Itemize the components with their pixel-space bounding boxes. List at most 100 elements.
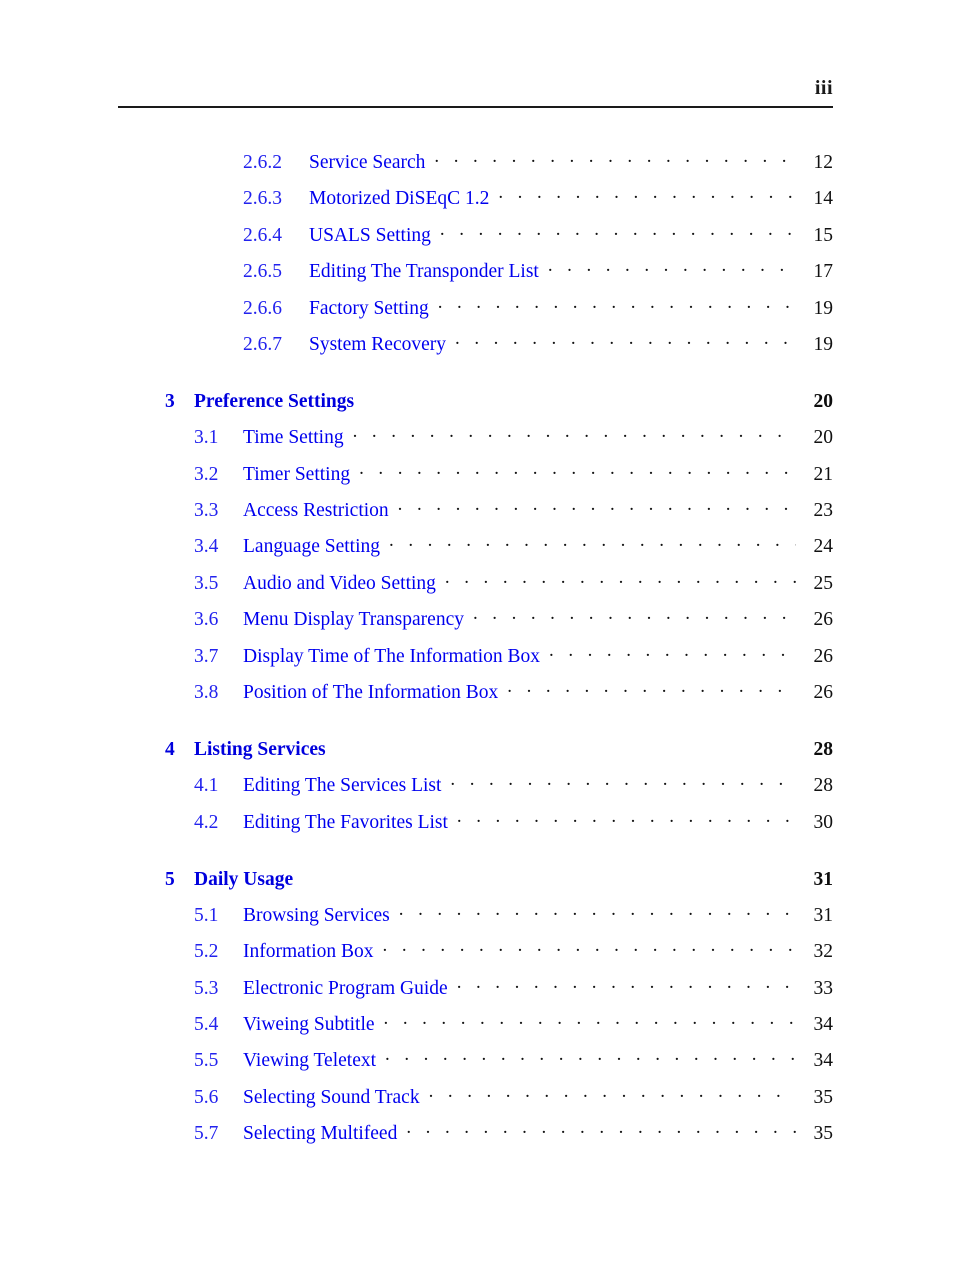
toc-entry[interactable]: 5.3 Electronic Program Guide 33 [118,968,833,1004]
toc-entry-title[interactable]: Language Setting [243,534,380,560]
toc-entry-title[interactable]: Position of The Information Box [243,680,498,706]
toc-entry-title[interactable]: Listing Services [194,737,326,763]
toc-entry[interactable]: 5.4 Viweing Subtitle 34 [118,1004,833,1040]
toc-entry-page-number: 28 [813,738,834,760]
toc-entry-title[interactable]: Access Restriction [243,498,389,524]
toc-entry-title[interactable]: Service Search [309,150,425,176]
toc-entry-title[interactable]: Time Setting [243,425,344,451]
toc-entry-title[interactable]: Information Box [243,939,374,965]
toc-entry-number: 3.4 [194,536,219,558]
toc-entry-number: 5.5 [194,1050,219,1072]
toc-entry[interactable]: 5.1 Browsing Services 31 [118,895,833,931]
header-rule [118,106,833,109]
toc-entry-number: 4.2 [194,811,219,833]
toc-entry-number: 5.1 [194,904,219,926]
toc-entry-title[interactable]: USALS Setting [309,223,431,249]
toc-dot-leader [457,802,796,828]
toc-entry-title[interactable]: Editing The Services List [243,773,441,799]
toc-entry[interactable]: 3.2 Timer Setting 21 [118,454,833,490]
page-header: iii [118,76,833,114]
toc-chapter-entry[interactable]: 4 Listing Services 28 [118,729,833,765]
toc-entry-number: 2.6.5 [243,261,282,283]
toc-entry-number: 2.6.2 [243,152,282,173]
toc-dot-leader [406,1113,796,1139]
toc-dot-leader [445,563,796,589]
toc-entry[interactable]: 2.6.4 USALS Setting 15 [118,215,833,251]
toc-entry-page-number: 35 [813,1123,834,1145]
toc-entry-title[interactable]: Selecting Sound Track [243,1085,420,1111]
toc-dot-leader [335,729,796,755]
toc-entry-number: 5 [165,868,175,890]
toc-chapter-entry[interactable]: 5 Daily Usage 31 [118,859,833,895]
toc-entry-page-number: 20 [813,427,834,449]
toc-entry[interactable]: 3.3 Access Restriction 23 [118,490,833,526]
toc-entry[interactable]: 2.6.6 Factory Setting 19 [118,288,833,324]
toc-entry-title[interactable]: Viewing Teletext [243,1048,376,1074]
toc-entry-title[interactable]: Browsing Services [243,903,390,929]
toc-entry[interactable]: 2.6.3 Motorized DiSEqC 1.2 14 [118,178,833,214]
toc-entry-title[interactable]: Selecting Multifeed [243,1121,397,1147]
toc-entry-number: 3.2 [194,463,219,485]
toc-entry-page-number: 23 [813,500,834,522]
toc-entry[interactable]: 5.2 Information Box 32 [118,931,833,967]
toc-entry-title[interactable]: Audio and Video Setting [243,571,436,597]
toc-entry-page-number: 20 [813,390,834,412]
toc-entry-title[interactable]: Display Time of The Information Box [243,644,540,670]
toc-entry-number: 5.3 [194,977,219,999]
toc-entry-number: 4 [165,738,175,760]
toc-entry-page-number: 26 [813,645,834,667]
toc-dot-leader [389,526,796,552]
toc-entry-title[interactable]: Preference Settings [194,389,354,415]
toc-entry-page-number: 34 [813,1014,834,1036]
toc-entry-title[interactable]: Timer Setting [243,462,350,488]
toc-entry-number: 3.8 [194,681,219,703]
toc-entry-title[interactable]: Menu Display Transparency [243,607,464,633]
toc-entry-page-number: 35 [813,1086,834,1108]
toc-entry-title[interactable]: Factory Setting [309,296,429,322]
toc-entry[interactable]: 5.7 Selecting Multifeed 35 [118,1113,833,1149]
toc-entry[interactable]: 5.5 Viewing Teletext 34 [118,1040,833,1076]
toc-dot-leader [383,931,796,957]
toc-entry-title[interactable]: Viweing Subtitle [243,1012,375,1038]
toc-dot-leader [359,454,796,480]
toc-entry[interactable]: 4.1 Editing The Services List 28 [118,765,833,801]
toc-entry-title[interactable]: Daily Usage [194,867,293,893]
toc-entry[interactable]: 3.4 Language Setting 24 [118,526,833,562]
toc-entry[interactable]: 2.6.5 Editing The Transponder List 17 [118,251,833,287]
toc-entry-page-number: 12 [813,152,834,173]
toc-entry[interactable]: 4.2 Editing The Favorites List 30 [118,802,833,838]
toc-entry-number: 3.1 [194,427,219,449]
toc-chapter-entry[interactable]: 3 Preference Settings 20 [118,381,833,417]
toc-entry[interactable]: 3.6 Menu Display Transparency 26 [118,599,833,635]
toc-entry[interactable]: 3.7 Display Time of The Information Box 26 [118,636,833,672]
toc-dot-leader [434,142,796,168]
toc-entry-page-number: 19 [813,297,834,319]
toc-entry[interactable]: 5.6 Selecting Sound Track 35 [118,1077,833,1113]
toc-entry-number: 2.6.4 [243,224,282,246]
toc-entry-number: 2.6.6 [243,297,282,319]
toc-entry[interactable]: 2.6.2 Service Search 12 [118,142,833,178]
toc-entry[interactable]: 3.8 Position of The Information Box 26 [118,672,833,708]
toc-entry[interactable]: 3.1 Time Setting 20 [118,417,833,453]
toc-dot-leader [440,215,796,241]
toc-dot-leader [399,895,796,921]
toc-dot-leader [429,1077,796,1103]
toc-entry-number: 2.6.3 [243,188,282,210]
toc-dot-leader [548,251,796,277]
toc-entry-title[interactable]: Editing The Favorites List [243,810,448,836]
toc-entry-title[interactable]: Motorized DiSEqC 1.2 [309,186,489,212]
toc-entry-title[interactable]: System Recovery [309,332,446,358]
toc-entry-number: 3.5 [194,572,219,594]
toc-entry-page-number: 31 [813,904,834,926]
toc-dot-leader [385,1040,796,1066]
toc-entry-page-number: 14 [813,188,834,210]
toc-entry[interactable]: 3.5 Audio and Video Setting 25 [118,563,833,599]
toc-entry[interactable]: 2.6.7 System Recovery 19 [118,324,833,360]
toc-entry-title[interactable]: Editing The Transponder List [309,259,539,285]
toc-entry-title[interactable]: Electronic Program Guide [243,976,448,1002]
toc-dot-leader [457,968,796,994]
toc-entry-page-number: 26 [813,609,834,631]
toc-entry-page-number: 33 [813,977,834,999]
table-of-contents: 2.6.2 Service Search 12 2.6.3 Motorized DiSE… [118,142,833,1150]
toc-dot-leader [353,417,796,443]
